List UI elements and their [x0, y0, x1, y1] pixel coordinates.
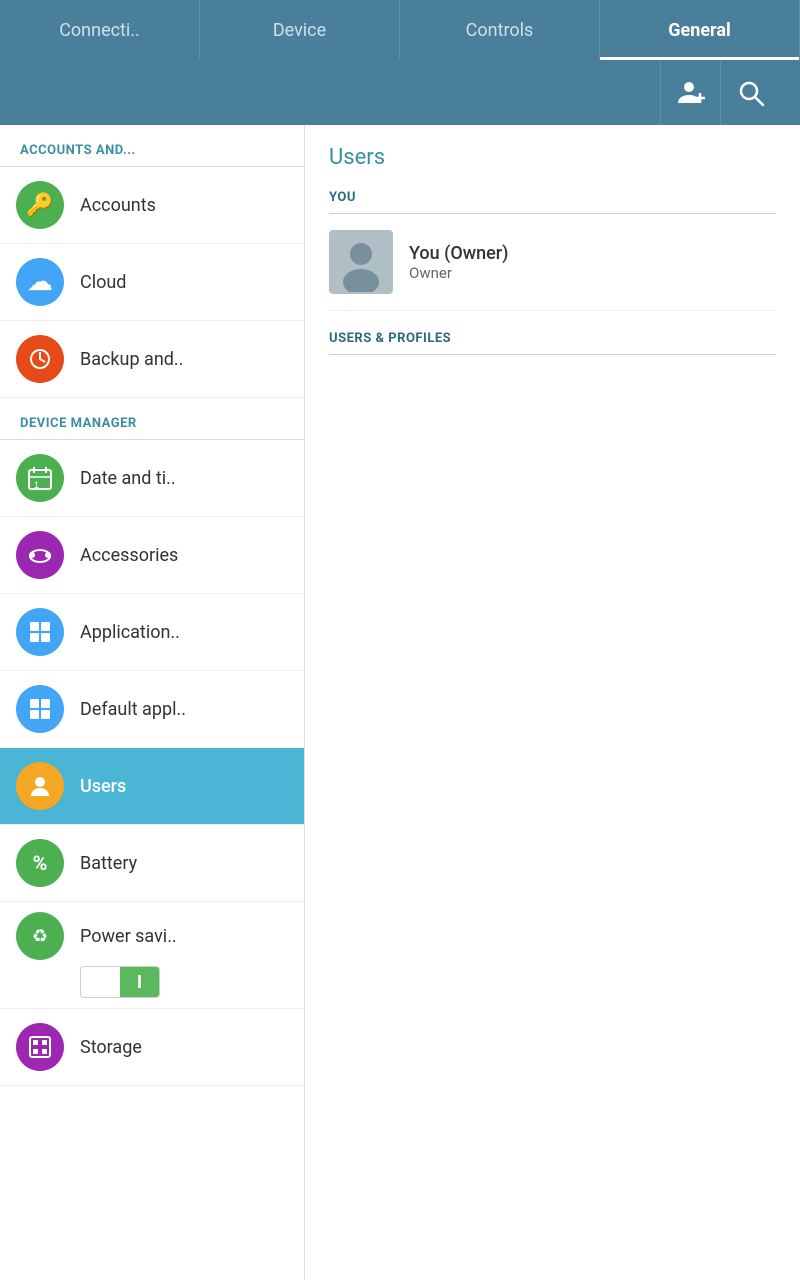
- sidebar-item-storage-label: Storage: [80, 1037, 142, 1058]
- power-saving-toggle[interactable]: I: [80, 966, 160, 998]
- tab-general[interactable]: General: [600, 0, 800, 60]
- you-section-header: YOU: [329, 190, 776, 214]
- users-icon: [16, 762, 64, 810]
- add-user-button[interactable]: [660, 60, 720, 125]
- users-profiles-section: USERS & PROFILES: [329, 331, 776, 355]
- applications-icon: [16, 608, 64, 656]
- owner-info: You (Owner) Owner: [409, 243, 508, 282]
- sidebar-item-accessories[interactable]: Accessories: [0, 517, 304, 594]
- tab-connecti[interactable]: Connecti..: [0, 0, 200, 60]
- owner-user-row[interactable]: You (Owner) Owner: [329, 214, 776, 311]
- icon-bar: [0, 60, 800, 125]
- search-button[interactable]: [720, 60, 780, 125]
- users-profiles-header: USERS & PROFILES: [329, 331, 776, 355]
- section-title-device-manager: DEVICE MANAGER: [0, 398, 304, 440]
- backup-icon: [16, 335, 64, 383]
- cloud-icon: ☁: [16, 258, 64, 306]
- tab-controls[interactable]: Controls: [400, 0, 600, 60]
- section-title-accounts: ACCOUNTS AND...: [0, 125, 304, 167]
- toggle-off: [81, 967, 120, 997]
- sidebar-item-powersaving[interactable]: ♻ Power savi.. I: [0, 902, 304, 1009]
- svg-text:1: 1: [34, 480, 39, 490]
- defaultapps-icon: [16, 685, 64, 733]
- accounts-icon: 🔑: [16, 181, 64, 229]
- sidebar-item-defaultapps-label: Default appl..: [80, 699, 186, 720]
- sidebar-item-backup[interactable]: Backup and..: [0, 321, 304, 398]
- accessories-icon: [16, 531, 64, 579]
- toggle-on: I: [120, 967, 159, 997]
- right-panel: Users YOU You (Owner) Owner USERS & PROF…: [305, 125, 800, 1280]
- sidebar-item-defaultapps[interactable]: Default appl..: [0, 671, 304, 748]
- sidebar-item-users-label: Users: [80, 776, 126, 797]
- storage-icon: [16, 1023, 64, 1071]
- powersaving-icon: ♻: [16, 912, 64, 960]
- datetime-icon: 1: [16, 454, 64, 502]
- sidebar-item-datetime[interactable]: 1 Date and ti..: [0, 440, 304, 517]
- sidebar: ACCOUNTS AND... 🔑 Accounts ☁ Cloud Backu…: [0, 125, 305, 1280]
- sidebar-item-battery-label: Battery: [80, 853, 137, 874]
- sidebar-item-backup-label: Backup and..: [80, 349, 183, 370]
- sidebar-item-accounts[interactable]: 🔑 Accounts: [0, 167, 304, 244]
- sidebar-item-datetime-label: Date and ti..: [80, 468, 176, 489]
- top-nav-bar: Connecti.. Device Controls General: [0, 0, 800, 60]
- sidebar-item-accounts-label: Accounts: [80, 195, 156, 216]
- sidebar-item-powersaving-label: Power savi..: [80, 926, 177, 947]
- battery-icon: %: [16, 839, 64, 887]
- sidebar-item-applications[interactable]: Application..: [0, 594, 304, 671]
- sidebar-item-storage[interactable]: Storage: [0, 1009, 304, 1086]
- tab-device[interactable]: Device: [200, 0, 400, 60]
- sidebar-item-accessories-label: Accessories: [80, 545, 178, 566]
- sidebar-item-applications-label: Application..: [80, 622, 180, 643]
- sidebar-item-users[interactable]: Users: [0, 748, 304, 825]
- owner-role: Owner: [409, 264, 508, 282]
- panel-title: Users: [329, 145, 776, 170]
- sidebar-item-battery[interactable]: % Battery: [0, 825, 304, 902]
- main-layout: ACCOUNTS AND... 🔑 Accounts ☁ Cloud Backu…: [0, 125, 800, 1280]
- owner-name: You (Owner): [409, 243, 508, 264]
- sidebar-item-cloud-label: Cloud: [80, 272, 126, 293]
- sidebar-item-cloud[interactable]: ☁ Cloud: [0, 244, 304, 321]
- owner-avatar: [329, 230, 393, 294]
